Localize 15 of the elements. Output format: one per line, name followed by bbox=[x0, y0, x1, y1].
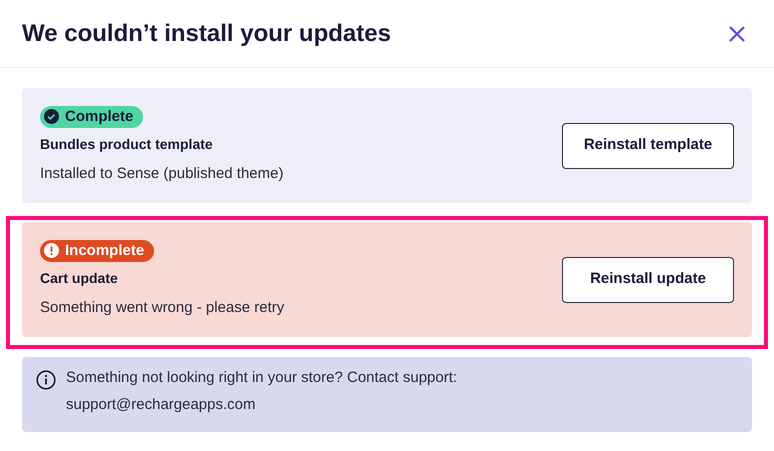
item-description: Installed to Sense (published theme) bbox=[40, 164, 284, 184]
check-circle-icon bbox=[44, 109, 59, 124]
reinstall-button[interactable]: Reinstall template bbox=[562, 122, 734, 168]
reinstall-button[interactable]: Reinstall update bbox=[562, 256, 734, 302]
notice-text: support@rechargeapps.com bbox=[66, 394, 256, 414]
status-label: Incomplete bbox=[65, 240, 144, 260]
item-title: Bundles product template bbox=[40, 134, 213, 154]
notice-text: Something not looking right in your store? Contact support: bbox=[66, 368, 458, 388]
dialog-title: We couldn’t install your updates bbox=[22, 18, 391, 48]
item-title: Cart update bbox=[40, 268, 118, 288]
close-icon[interactable] bbox=[728, 24, 746, 42]
info-icon bbox=[36, 370, 56, 390]
exclamation-circle-icon bbox=[44, 243, 59, 258]
item-description: Something went wrong - please retry bbox=[40, 298, 284, 318]
status-label: Complete bbox=[65, 106, 134, 126]
